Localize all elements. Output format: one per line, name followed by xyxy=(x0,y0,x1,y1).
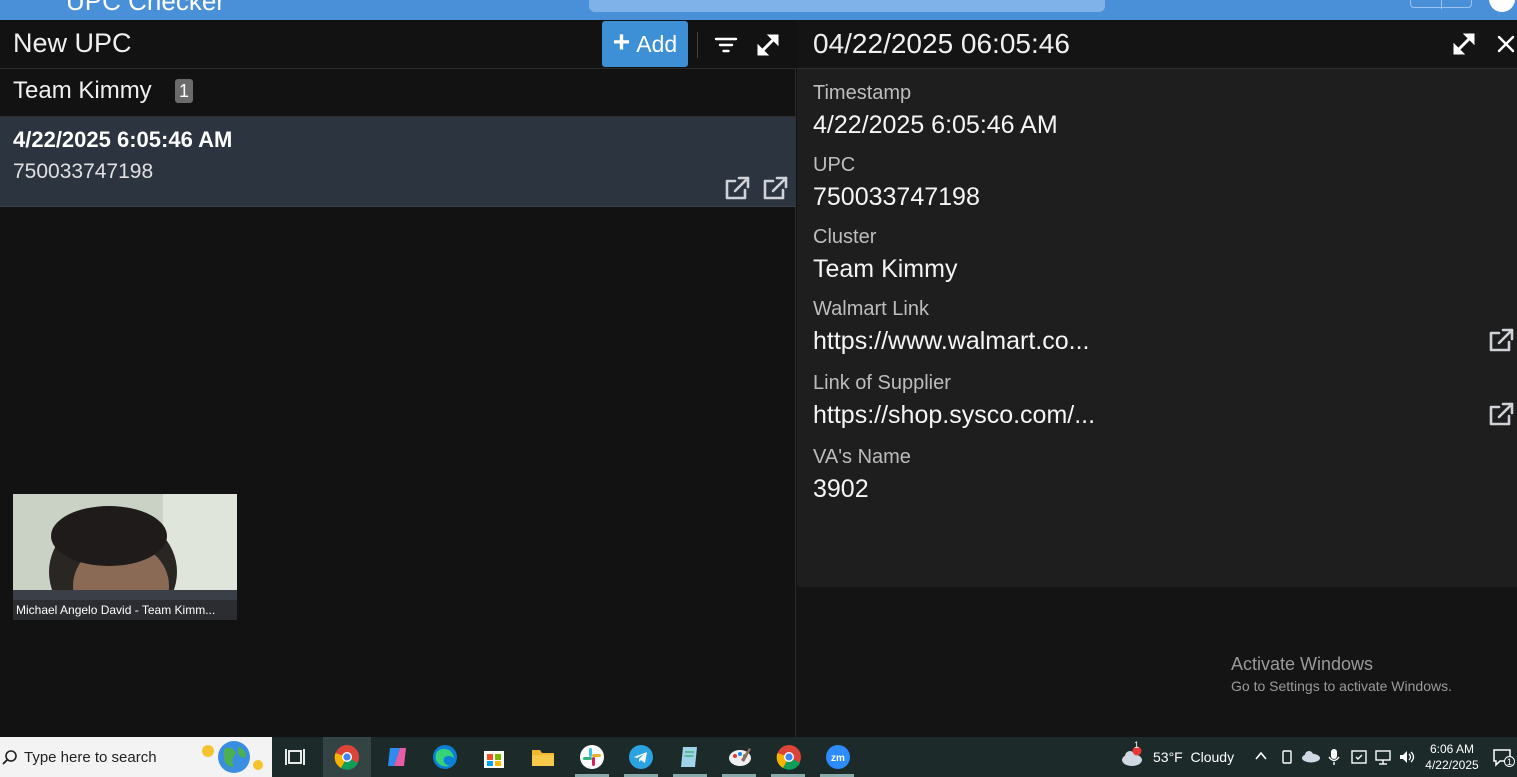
file-explorer-icon[interactable] xyxy=(529,743,557,771)
notification-count: 1 xyxy=(1504,756,1515,767)
add-button-label: Add xyxy=(636,30,678,57)
list-panel: New UPC + Add Team Kimmy 1 4/22/2025 6:0… xyxy=(0,20,796,737)
security-icon[interactable] xyxy=(1350,748,1368,777)
weather-alert-badge: 1 xyxy=(1134,740,1140,750)
watermark-title: Activate Windows xyxy=(1231,654,1374,674)
svg-text:zm: zm xyxy=(831,753,845,764)
taskbar: Type here to search zm 1 53°F Cloudy 6:0… xyxy=(0,737,1517,777)
plus-icon: + xyxy=(612,25,631,59)
volume-icon[interactable] xyxy=(1398,748,1416,777)
search-icon xyxy=(2,749,18,765)
field-label-walmart-link: Walmart Link xyxy=(813,298,929,320)
supplier-link[interactable]: https://shop.sysco.com/... xyxy=(813,401,1095,430)
field-value-timestamp: 4/22/2025 6:05:46 AM xyxy=(813,111,1058,139)
app-header: UPC Checker xyxy=(0,0,1517,20)
taskbar-clock[interactable]: 6:06 AM 4/22/2025 xyxy=(1424,741,1480,773)
telegram-icon[interactable] xyxy=(627,743,655,771)
expand-icon[interactable] xyxy=(1451,31,1477,57)
edge-icon[interactable] xyxy=(431,743,459,771)
slack-icon[interactable] xyxy=(578,743,606,771)
video-caption: Michael Angelo David - Team Kimm... xyxy=(13,600,237,620)
header-search-box[interactable] xyxy=(589,0,1105,12)
task-view-icon[interactable] xyxy=(282,743,310,771)
field-label-va-name: VA's Name xyxy=(813,446,911,468)
chevron-up-icon[interactable] xyxy=(1254,749,1270,777)
list-item-timestamp: 4/22/2025 6:05:46 AM xyxy=(13,127,233,152)
network-icon[interactable] xyxy=(1374,748,1392,777)
header-button-group[interactable] xyxy=(1410,0,1472,9)
video-call-thumbnail[interactable]: Michael Angelo David - Team Kimm... xyxy=(13,494,237,620)
activation-watermark: Activate Windows Go to Settings to activ… xyxy=(1231,654,1452,694)
detail-panel: 04/22/2025 06:05:46 Timestamp 4/22/2025 … xyxy=(797,20,1517,737)
detail-body: Timestamp 4/22/2025 6:05:46 AM UPC 75003… xyxy=(797,69,1517,587)
chrome-profile-icon[interactable] xyxy=(775,743,803,771)
field-label-cluster: Cluster xyxy=(813,226,877,248)
weather-widget[interactable]: 1 53°F Cloudy xyxy=(1120,737,1246,777)
copilot-icon[interactable] xyxy=(383,743,411,771)
detail-title: 04/22/2025 06:05:46 xyxy=(813,28,1070,59)
clock-time: 6:06 AM xyxy=(1429,742,1475,756)
field-value-upc: 750033747198 xyxy=(813,183,980,211)
microphone-icon[interactable] xyxy=(1328,748,1342,777)
external-link-icon[interactable] xyxy=(1487,327,1515,355)
header-divider xyxy=(697,32,698,58)
notification-icon[interactable]: 1 xyxy=(1492,747,1516,777)
list-item-upc: 750033747198 xyxy=(13,160,154,183)
watermark-subtitle: Go to Settings to activate Windows. xyxy=(1231,678,1452,694)
close-icon[interactable] xyxy=(1495,33,1517,59)
earth-icon xyxy=(198,739,268,775)
taskbar-search[interactable]: Type here to search xyxy=(0,737,272,777)
device-icon[interactable] xyxy=(1280,749,1296,777)
chrome-icon[interactable] xyxy=(333,743,361,771)
clock-date: 4/22/2025 xyxy=(1425,758,1479,772)
field-value-cluster: Team Kimmy xyxy=(813,255,958,283)
paint-icon[interactable] xyxy=(726,743,754,771)
expand-icon[interactable] xyxy=(755,32,781,58)
notepad-icon[interactable] xyxy=(676,743,704,771)
add-button[interactable]: + Add xyxy=(602,21,688,67)
list-item[interactable]: 4/22/2025 6:05:46 AM 750033747198 xyxy=(0,117,796,207)
onedrive-icon[interactable] xyxy=(1301,749,1323,777)
list-header: New UPC + Add xyxy=(0,20,796,69)
field-label-supplier-link: Link of Supplier xyxy=(813,372,951,394)
external-link-icon[interactable] xyxy=(761,175,789,203)
app-title: UPC Checker xyxy=(66,0,225,16)
field-label-timestamp: Timestamp xyxy=(813,82,912,104)
store-icon[interactable] xyxy=(480,743,508,771)
external-link-icon[interactable] xyxy=(723,175,751,203)
group-count-badge: 1 xyxy=(175,79,193,103)
list-title: New UPC xyxy=(13,28,132,58)
filter-icon[interactable] xyxy=(713,32,739,58)
external-link-icon[interactable] xyxy=(1487,401,1515,429)
cloud-icon xyxy=(1120,746,1146,768)
field-value-va-name: 3902 xyxy=(813,475,869,503)
group-name: Team Kimmy xyxy=(13,77,152,104)
help-icon[interactable] xyxy=(1489,0,1515,12)
zoom-icon[interactable]: zm xyxy=(824,743,852,771)
weather-text: 53°F Cloudy xyxy=(1153,749,1235,765)
taskbar-search-placeholder: Type here to search xyxy=(24,749,157,766)
group-header[interactable]: Team Kimmy 1 xyxy=(0,69,796,117)
field-label-upc: UPC xyxy=(813,154,856,176)
walmart-link[interactable]: https://www.walmart.co... xyxy=(813,327,1089,356)
detail-header: 04/22/2025 06:05:46 xyxy=(797,20,1517,69)
